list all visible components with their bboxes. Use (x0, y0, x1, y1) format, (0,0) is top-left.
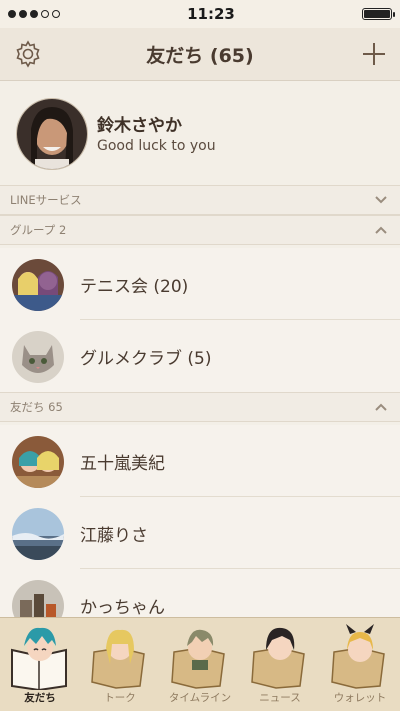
tab-news[interactable]: ニュース (240, 618, 320, 711)
section-line-services[interactable]: LINEサービス (0, 185, 400, 215)
signal-strength-icon (8, 10, 60, 18)
friend-avatar (12, 508, 64, 560)
section-label: 友だち 65 (10, 400, 63, 414)
tab-talk[interactable]: トーク (80, 618, 160, 711)
tab-wallet[interactable]: ウォレット (320, 618, 400, 711)
my-profile[interactable]: 鈴木さやか Good luck to you (0, 81, 400, 185)
character-face-icon (187, 629, 214, 670)
tab-bar: 友だち トーク タイムライン ニュース ウォレット (0, 617, 400, 711)
chevron-up-icon (375, 226, 387, 234)
character-face-icon (106, 629, 134, 664)
section-label: LINEサービス (10, 193, 82, 207)
profile-name: 鈴木さやか (97, 116, 182, 136)
tab-label: ウォレット (333, 692, 387, 704)
character-face-icon (346, 624, 374, 662)
group-name: グルメクラブ (5) (80, 349, 212, 369)
profile-avatar (16, 98, 88, 170)
character-face-icon (24, 627, 56, 661)
status-time: 11:23 (187, 5, 235, 23)
group-avatar (12, 259, 64, 311)
tab-friends[interactable]: 友だち (0, 618, 80, 711)
friend-name: かっちゃん (80, 598, 165, 618)
add-friend-icon[interactable] (358, 38, 390, 70)
tab-timeline[interactable]: タイムライン (160, 618, 240, 711)
section-label: グループ 2 (10, 223, 67, 237)
header-bar: 友だち (65) (0, 28, 400, 81)
list-item[interactable]: 五十嵐美紀 (0, 425, 400, 497)
friend-name: 五十嵐美紀 (80, 454, 165, 474)
group-name: テニス会 (20) (80, 277, 189, 297)
friend-avatar (12, 436, 64, 488)
tab-label: タイムライン (168, 692, 232, 704)
group-avatar (12, 331, 64, 383)
profile-status-message: Good luck to you (97, 138, 216, 154)
friend-name: 江藤りさ (80, 526, 148, 546)
section-friends[interactable]: 友だち 65 (0, 392, 400, 422)
battery-icon (362, 8, 395, 20)
list-item[interactable]: テニス会 (20) (0, 248, 400, 320)
tab-label: ニュース (259, 692, 301, 704)
tab-label: トーク (104, 692, 136, 704)
status-bar: 11:23 (0, 0, 400, 28)
chevron-up-icon (375, 403, 387, 411)
settings-gear-icon[interactable] (12, 38, 44, 70)
character-face-icon (266, 627, 295, 660)
section-groups[interactable]: グループ 2 (0, 215, 400, 245)
list-item[interactable]: 江藤りさ (0, 497, 400, 569)
page-title: 友だち (65) (146, 44, 254, 67)
tab-label: 友だち (24, 692, 56, 704)
chevron-down-icon (375, 196, 387, 204)
list-item[interactable]: グルメクラブ (5) (0, 320, 400, 392)
